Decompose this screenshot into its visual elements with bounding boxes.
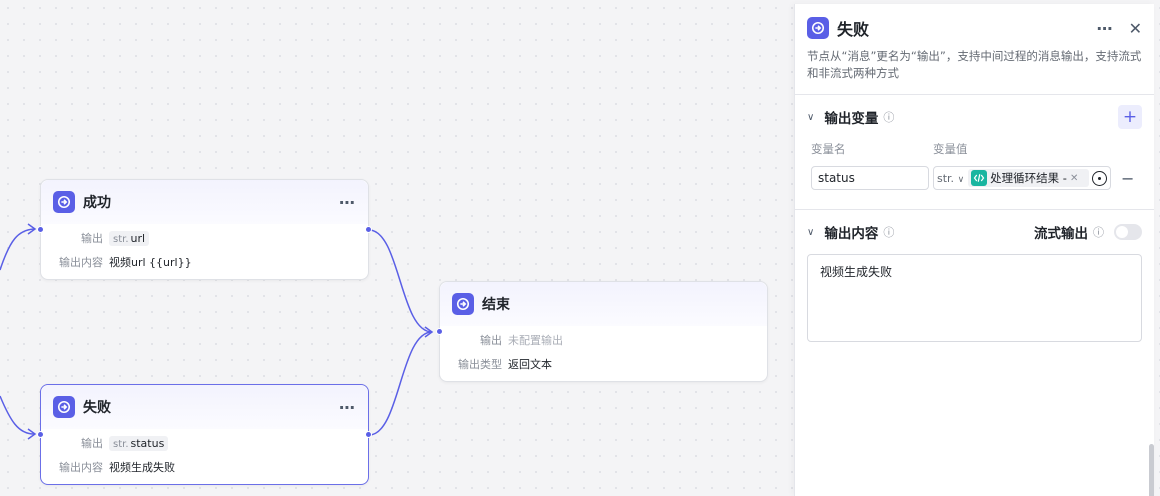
node-header[interactable]: 成功 ⋯	[41, 180, 368, 224]
edge-incoming-fail	[0, 395, 35, 435]
input-port[interactable]	[436, 328, 443, 335]
output-label: 输出	[480, 334, 502, 347]
node-content-row: 输出内容 视频生成失败	[41, 455, 368, 479]
output-node-icon	[807, 17, 829, 39]
output-content-editor[interactable]: 视频生成失败	[807, 254, 1142, 342]
chevron-down-icon[interactable]: ∨	[807, 112, 814, 123]
edge-incoming-success-arrow	[27, 223, 37, 235]
remove-variable-button[interactable]: −	[1121, 169, 1134, 188]
type-select[interactable]: str. ∨	[937, 172, 964, 185]
content-value: 视频url {{url}}	[109, 256, 192, 269]
reference-text: 处理循环结果 -	[990, 171, 1067, 185]
more-icon[interactable]: ⋯	[339, 193, 356, 212]
variable-name-input[interactable]: status	[811, 166, 929, 190]
scrollbar[interactable]	[1149, 444, 1154, 496]
remove-reference-icon[interactable]: ✕	[1070, 173, 1078, 184]
info-icon[interactable]: ⓘ	[883, 224, 894, 240]
column-headers: 变量名 变量值	[795, 139, 1154, 159]
output-label: 输出	[81, 232, 103, 245]
node-end[interactable]: 结束 输出 未配置输出 输出类型 返回文本	[436, 281, 768, 382]
node-settings-panel: 失败 ⋯ ✕ 节点从“消息”更名为“输出”，支持中间过程的消息输出，支持流式和非…	[794, 4, 1154, 496]
variable-row: status str. ∨ 处理循环结果 - ✕ −	[795, 165, 1154, 191]
output-var-tag: str. status	[109, 435, 169, 451]
more-icon[interactable]: ⋯	[1097, 19, 1113, 38]
edge-incoming-success	[0, 228, 35, 271]
node-header[interactable]: 失败 ⋯	[41, 385, 368, 429]
node-output-row: 输出 str. status	[41, 431, 368, 455]
type-prefix: str.	[113, 233, 129, 245]
content-label: 输出内容	[59, 461, 103, 474]
panel-actions: ⋯ ✕	[1097, 19, 1142, 38]
panel-description: 节点从“消息”更名为“输出”，支持中间过程的消息输出，支持流式和非流式两种方式	[807, 49, 1142, 80]
node-output-row: 输出 str. url	[41, 226, 368, 250]
input-port[interactable]	[37, 226, 44, 233]
node-content-row: 输出内容 视频url {{url}}	[41, 250, 368, 274]
type-label: 输出类型	[458, 358, 502, 371]
section-title: 输出内容	[824, 226, 879, 242]
chevron-down-icon[interactable]: ∨	[807, 227, 814, 238]
node-header[interactable]: 结束	[440, 282, 767, 326]
node-fail[interactable]: 失败 ⋯ 输出 str. status 输出内容 视频生成失败	[37, 384, 372, 485]
output-content-section-head[interactable]: ∨ 输出内容 ⓘ 流式输出 ⓘ	[795, 210, 1154, 254]
node-output-row: 输出 未配置输出	[440, 328, 767, 352]
more-icon[interactable]: ⋯	[339, 398, 356, 417]
panel-title[interactable]: 失败	[837, 16, 1097, 40]
node-type-row: 输出类型 返回文本	[440, 352, 767, 376]
output-node-icon	[53, 396, 75, 418]
target-icon[interactable]	[1092, 170, 1107, 186]
reference-chip[interactable]: 处理循环结果 - ✕	[968, 169, 1089, 187]
edge-end-arrow	[424, 326, 434, 338]
output-var-name: status	[130, 436, 165, 450]
variable-value-field[interactable]: str. ∨ 处理循环结果 - ✕	[933, 166, 1111, 190]
col-name-header: 变量名	[811, 142, 846, 156]
type-select-value: str.	[937, 171, 955, 185]
output-var-name: url	[130, 231, 146, 245]
type-prefix: str.	[113, 438, 129, 450]
input-port[interactable]	[37, 431, 44, 438]
edge-success-end	[368, 229, 433, 333]
stream-output-label: 流式输出	[1034, 226, 1088, 242]
edge-incoming-fail-arrow	[27, 428, 37, 440]
output-node-icon	[53, 191, 75, 213]
output-value: 未配置输出	[508, 334, 563, 347]
code-icon	[971, 170, 988, 186]
end-node-icon	[452, 293, 474, 315]
edge-fail-end	[368, 331, 433, 436]
content-label: 输出内容	[59, 256, 103, 269]
output-label: 输出	[81, 437, 103, 450]
section-title: 输出变量	[824, 111, 879, 127]
add-variable-button[interactable]: +	[1118, 105, 1142, 129]
type-value: 返回文本	[508, 358, 552, 371]
output-vars-section-head[interactable]: ∨ 输出变量 ⓘ +	[795, 95, 1154, 139]
content-value: 视频生成失败	[109, 461, 175, 474]
stream-output-toggle[interactable]	[1114, 224, 1142, 240]
close-icon[interactable]: ✕	[1129, 19, 1142, 38]
node-title: 失败	[83, 400, 111, 416]
col-value-header: 变量值	[933, 142, 968, 156]
output-var-tag: str. url	[109, 230, 150, 246]
chevron-down-icon: ∨	[957, 174, 965, 185]
node-title: 成功	[83, 195, 111, 211]
info-icon[interactable]: ⓘ	[1093, 224, 1104, 240]
node-success[interactable]: 成功 ⋯ 输出 str. url 输出内容 视频url {{url}}	[37, 179, 372, 280]
output-port[interactable]	[365, 226, 372, 233]
panel-header: 失败 ⋯ ✕	[795, 4, 1154, 52]
output-port[interactable]	[365, 431, 372, 438]
info-icon[interactable]: ⓘ	[883, 109, 894, 125]
node-title: 结束	[482, 297, 510, 313]
